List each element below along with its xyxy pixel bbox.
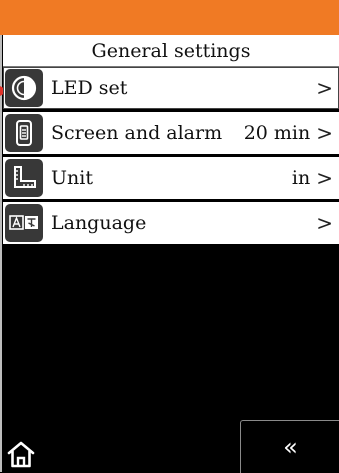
menu-item-value: 20 min: [243, 122, 311, 144]
menu-item-unit[interactable]: Unit in >: [3, 157, 339, 202]
chevron-right-icon: >: [316, 166, 333, 190]
language-ab-icon: [5, 204, 43, 242]
menu-item-value: in: [291, 167, 311, 189]
home-icon: [7, 441, 35, 468]
screen: General settings LED set > Screen and al…: [0, 0, 339, 473]
menu-item-label: Screen and alarm: [51, 122, 223, 144]
chevron-right-icon: >: [316, 121, 333, 145]
menu-item-language[interactable]: Language >: [3, 202, 339, 247]
screen-timer-icon: [5, 114, 43, 152]
led-circle-icon: [5, 69, 43, 107]
home-button[interactable]: [6, 440, 36, 468]
double-chevron-left-icon: «: [283, 433, 298, 461]
chevron-right-icon: >: [316, 211, 333, 235]
page-title: General settings: [3, 35, 339, 67]
left-edge-divider: [0, 0, 2, 472]
menu-item-led-set[interactable]: LED set >: [3, 67, 339, 112]
settings-menu: LED set > Screen and alarm 20 min > Unit…: [3, 67, 339, 247]
back-button[interactable]: «: [240, 420, 339, 473]
menu-item-screen-and-alarm[interactable]: Screen and alarm 20 min >: [3, 112, 339, 157]
ruler-unit-icon: [5, 159, 43, 197]
chevron-right-icon: >: [316, 76, 333, 100]
accent-header-bar: [0, 0, 339, 35]
menu-item-label: Unit: [51, 167, 93, 189]
menu-item-label: LED set: [51, 77, 128, 99]
menu-item-label: Language: [51, 212, 147, 234]
